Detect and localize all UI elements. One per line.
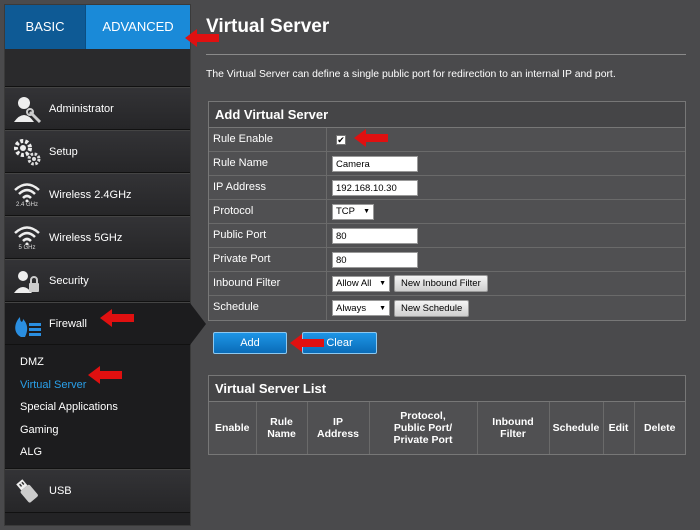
sidebar-item-label: Firewall (49, 317, 87, 330)
col-inbound-filter-text: Inbound Filter (492, 416, 534, 440)
private-port-input[interactable]: 80 (332, 251, 418, 268)
row-private-port: Private Port 80 (209, 248, 685, 272)
annotation-arrow-icon (88, 366, 122, 384)
label-inbound-filter: Inbound Filter (209, 272, 327, 295)
panel-heading: Add Virtual Server (209, 102, 685, 128)
wifi-caption: 2.4 GHz (15, 201, 38, 208)
page-description: The Virtual Server can define a single p… (206, 69, 616, 80)
inbound-filter-select[interactable]: Allow All ▼ (332, 275, 390, 292)
chevron-down-icon: ▼ (363, 208, 370, 215)
sidebar-item-wireless-5ghz[interactable]: 5 GHz Wireless 5GHz (5, 216, 190, 259)
chevron-down-icon: ▼ (379, 304, 386, 312)
row-rule-enable: Rule Enable ✔ (209, 128, 685, 152)
sidebar-item-label: USB (49, 484, 72, 497)
wifi-icon: 5 GHz (5, 218, 49, 258)
sidebar-item-label: Administrator (49, 102, 114, 115)
col-rule-name: Rule Name (256, 402, 308, 454)
sidebar-item-wireless-2-4ghz[interactable]: 2.4 GHz Wireless 2.4GHz (5, 173, 190, 216)
administrator-icon (5, 89, 49, 129)
add-button[interactable]: Add (213, 332, 287, 354)
tab-advanced[interactable]: ADVANCED (85, 5, 190, 49)
row-public-port: Public Port 80 (209, 224, 685, 248)
sidebar: BASIC ADVANCED Administrator Setup 2.4 G… (4, 4, 206, 526)
label-ip-address: IP Address (209, 176, 327, 199)
virtual-server-table: Enable Rule Name IP Address Protocol, Pu… (209, 402, 685, 454)
inbound-filter-value: Allow All (336, 278, 372, 289)
add-virtual-server-panel: Add Virtual Server Rule Enable ✔ Rule Na… (208, 101, 686, 321)
list-heading: Virtual Server List (209, 376, 685, 402)
row-inbound-filter: Inbound Filter Allow All ▼ New Inbound F… (209, 272, 685, 296)
sidebar-item-label: Wireless 5GHz (49, 231, 123, 244)
annotation-arrow-icon (185, 29, 219, 47)
col-enable: Enable (209, 402, 257, 454)
submenu-item-alg[interactable]: ALG (5, 441, 190, 464)
rule-enable-checkbox[interactable]: ✔ (336, 134, 346, 145)
submenu-item-special-applications[interactable]: Special Applications (5, 396, 190, 419)
schedule-value: Always (336, 302, 367, 314)
sidebar-item-administrator[interactable]: Administrator (5, 87, 190, 130)
label-rule-name: Rule Name (209, 152, 327, 175)
annotation-arrow-icon (290, 334, 324, 352)
firewall-icon (5, 304, 49, 344)
gears-icon (5, 132, 49, 172)
label-schedule: Schedule (209, 296, 327, 320)
label-protocol: Protocol (209, 200, 327, 223)
security-lock-icon (5, 261, 49, 301)
chevron-down-icon: ▼ (379, 280, 386, 287)
row-schedule: Schedule Always ▼ New Schedule (209, 296, 685, 320)
col-inbound-filter: Inbound Filter (477, 402, 550, 454)
sidebar-item-setup[interactable]: Setup (5, 130, 190, 173)
col-rule-name-text: Rule Name (267, 416, 296, 440)
virtual-server-list-panel: Virtual Server List Enable Rule Name IP … (208, 375, 686, 455)
col-delete: Delete (643, 422, 676, 434)
col-ip-address-text: IP Address (316, 416, 359, 440)
page-title: Virtual Server (206, 16, 330, 37)
rule-name-input[interactable]: Camera (332, 155, 418, 172)
table-header-row: Enable Rule Name IP Address Protocol, Pu… (209, 402, 685, 454)
sidebar-item-usb[interactable]: USB (5, 468, 190, 513)
main-content: Virtual Server The Virtual Server can de… (206, 0, 696, 455)
usb-icon (5, 471, 49, 511)
tab-basic[interactable]: BASIC (5, 5, 86, 49)
tab-spacer (5, 49, 190, 87)
sidebar-item-security[interactable]: Security (5, 259, 190, 302)
col-protocol-ports-text: Protocol, Public Port/ Private Port (393, 410, 453, 446)
col-edit: Edit (603, 402, 635, 454)
col-protocol-ports: Protocol, Public Port/ Private Port (369, 402, 478, 454)
annotation-arrow-icon (100, 309, 134, 327)
sidebar-item-label: Security (49, 274, 89, 287)
sidebar-item-label: Wireless 2.4GHz (49, 188, 132, 201)
wifi-caption: 5 GHz (18, 244, 36, 251)
mode-tabs: BASIC ADVANCED (5, 5, 190, 49)
new-schedule-button[interactable]: New Schedule (394, 299, 470, 317)
row-ip-address: IP Address 192.168.10.30 (209, 176, 685, 200)
sidebar-item-label: Setup (49, 145, 78, 158)
new-inbound-filter-button[interactable]: New Inbound Filter (394, 275, 488, 292)
title-divider (206, 54, 686, 55)
row-rule-name: Rule Name Camera (209, 152, 685, 176)
label-private-port: Private Port (209, 248, 327, 271)
ip-address-input[interactable]: 192.168.10.30 (332, 179, 418, 196)
schedule-select[interactable]: Always ▼ (332, 300, 390, 316)
label-public-port: Public Port (209, 224, 327, 247)
firewall-submenu: DMZ Virtual Server Special Applications … (5, 345, 190, 469)
active-pointer (190, 303, 206, 345)
col-ip-address: IP Address (307, 402, 370, 454)
wifi-icon: 2.4 GHz (5, 175, 49, 215)
protocol-value: TCP (336, 206, 355, 217)
annotation-arrow-icon (354, 129, 388, 147)
col-schedule: Schedule (549, 402, 604, 454)
protocol-select[interactable]: TCP ▼ (332, 203, 374, 220)
row-protocol: Protocol TCP ▼ (209, 200, 685, 224)
label-rule-enable: Rule Enable (209, 128, 327, 151)
submenu-item-gaming[interactable]: Gaming (5, 419, 190, 442)
public-port-input[interactable]: 80 (332, 227, 418, 244)
